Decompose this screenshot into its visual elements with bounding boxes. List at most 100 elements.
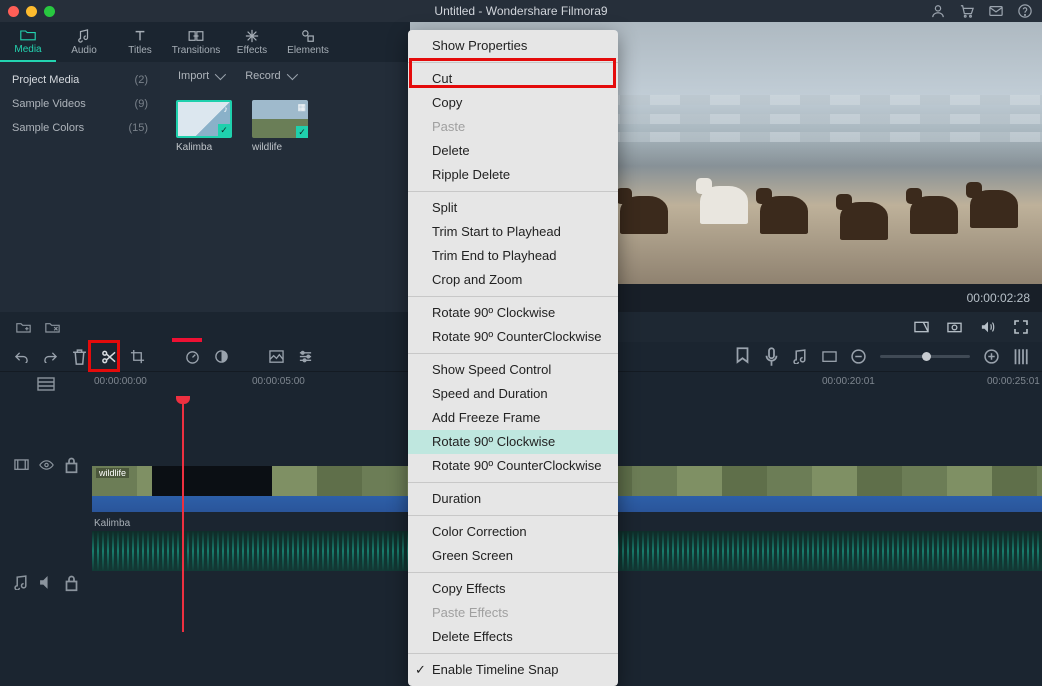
delete-folder-icon[interactable]: [45, 320, 60, 335]
context-menu-item[interactable]: Copy Effects: [408, 577, 618, 601]
tab-elements[interactable]: Elements: [280, 22, 336, 62]
media-pane: Import Record ♪✓ Kalimba ▦✓ wildlife: [160, 62, 410, 312]
text-icon: [132, 29, 148, 43]
tab-audio[interactable]: Audio: [56, 22, 112, 62]
crop-icon[interactable]: [130, 349, 145, 364]
undo-icon[interactable]: [14, 349, 29, 364]
new-folder-icon[interactable]: [16, 320, 31, 335]
context-menu-item[interactable]: Rotate 90º Clockwise: [408, 301, 618, 325]
check-icon: ✓: [218, 124, 230, 136]
media-item[interactable]: ♪✓ Kalimba: [176, 100, 232, 153]
sparkle-icon: [244, 29, 260, 43]
context-menu-item[interactable]: Cut: [408, 67, 618, 91]
track-manager-icon[interactable]: [0, 372, 92, 396]
context-menu-separator: [408, 191, 618, 192]
snapshot-icon[interactable]: [947, 320, 962, 335]
thumbnail-label: Kalimba: [176, 142, 232, 153]
context-menu-item[interactable]: Enable Timeline Snap: [408, 658, 618, 682]
redo-icon[interactable]: [43, 349, 58, 364]
tab-effects[interactable]: Effects: [224, 22, 280, 62]
context-menu-separator: [408, 353, 618, 354]
sidebar-footer: [0, 312, 410, 342]
transition-icon: [188, 29, 204, 43]
preview-timecode: 00:00:02:28: [967, 291, 1030, 305]
context-menu-separator: [408, 653, 618, 654]
eye-icon[interactable]: [39, 457, 54, 472]
video-track-header[interactable]: [0, 396, 92, 534]
fullscreen-icon[interactable]: [1013, 320, 1028, 335]
context-menu-item[interactable]: Ripple Delete: [408, 163, 618, 187]
context-menu-item[interactable]: Delete: [408, 139, 618, 163]
ruler-tick: 00:00:00:00: [94, 376, 147, 387]
context-menu-item[interactable]: Trim Start to Playhead: [408, 220, 618, 244]
ruler-tick: 00:00:25:01: [987, 376, 1040, 387]
volume-icon[interactable]: [980, 320, 995, 335]
context-menu-item[interactable]: Color Correction: [408, 520, 618, 544]
zoom-in-icon[interactable]: [984, 349, 999, 364]
context-menu-item[interactable]: Show Properties: [408, 34, 618, 58]
mute-icon[interactable]: [39, 575, 54, 590]
media-sidebar: Project Media (2) Sample Videos (9) Samp…: [0, 62, 160, 312]
lock-icon[interactable]: [64, 575, 79, 590]
tab-transitions[interactable]: Transitions: [168, 22, 224, 62]
context-menu-item[interactable]: Add Freeze Frame: [408, 406, 618, 430]
context-menu-item[interactable]: Split: [408, 196, 618, 220]
context-menu-item[interactable]: Crop and Zoom: [408, 268, 618, 292]
sidebar-item-project-media[interactable]: Project Media (2): [0, 68, 160, 92]
context-menu-separator: [408, 572, 618, 573]
message-icon[interactable]: [988, 4, 1003, 19]
account-icon[interactable]: [930, 4, 945, 19]
tab-titles[interactable]: Titles: [112, 22, 168, 62]
import-button[interactable]: Import: [178, 70, 223, 82]
record-vo-icon[interactable]: [764, 349, 779, 364]
cart-icon[interactable]: [959, 4, 974, 19]
lock-icon[interactable]: [64, 457, 79, 472]
context-menu-item[interactable]: Copy: [408, 91, 618, 115]
window-title: Untitled - Wondershare Filmora9: [0, 4, 1042, 18]
audio-mixer-icon[interactable]: [793, 349, 808, 364]
audio-track-header[interactable]: [0, 534, 92, 632]
playhead-marker-icon: [172, 338, 202, 342]
music-note-icon: ♪: [224, 104, 229, 114]
context-menu-item[interactable]: Rotate 90º CounterClockwise: [408, 325, 618, 349]
record-button[interactable]: Record: [245, 70, 294, 82]
window-header-actions: [930, 4, 1032, 19]
context-menu-item[interactable]: Rotate 90º CounterClockwise: [408, 454, 618, 478]
context-menu-item[interactable]: Delete Effects: [408, 625, 618, 649]
thumbnail-image: ♪✓: [176, 100, 232, 138]
tab-media[interactable]: Media: [0, 22, 56, 62]
context-menu-item[interactable]: Show Speed Control: [408, 358, 618, 382]
green-screen-icon[interactable]: [269, 349, 284, 364]
context-menu-item[interactable]: Rotate 90º Clockwise: [408, 430, 618, 454]
playback-quality-icon[interactable]: [914, 320, 929, 335]
zoom-slider[interactable]: [880, 355, 970, 358]
media-item[interactable]: ▦ ✓ wildlife: [252, 100, 308, 153]
marker-icon[interactable]: [735, 349, 750, 364]
film-icon: ▦: [297, 102, 306, 113]
scissors-split-icon[interactable]: [101, 349, 116, 364]
sidebar-item-sample-videos[interactable]: Sample Videos (9): [0, 92, 160, 116]
sidebar-item-sample-colors[interactable]: Sample Colors (15): [0, 116, 160, 140]
clip-label: Kalimba: [94, 518, 130, 529]
clip-gap: [152, 466, 272, 496]
adjust-icon[interactable]: [298, 349, 313, 364]
context-menu-item[interactable]: Speed and Duration: [408, 382, 618, 406]
context-menu-item[interactable]: Green Screen: [408, 544, 618, 568]
zoom-out-icon[interactable]: [851, 349, 866, 364]
check-icon: ✓: [296, 126, 308, 138]
help-icon[interactable]: [1017, 4, 1032, 19]
speed-icon[interactable]: [185, 349, 200, 364]
context-menu: Show PropertiesCutCopyPasteDeleteRipple …: [408, 30, 618, 686]
zoom-fit-icon[interactable]: [1013, 349, 1028, 364]
context-menu-item[interactable]: Trim End to Playhead: [408, 244, 618, 268]
thumbnail-label: wildlife: [252, 142, 308, 153]
delete-icon[interactable]: [72, 349, 87, 364]
clip-label: wildlife: [96, 468, 129, 478]
music-icon: [76, 29, 92, 43]
crop-zoom-icon[interactable]: [822, 349, 837, 364]
context-menu-item[interactable]: Duration: [408, 487, 618, 511]
color-icon[interactable]: [214, 349, 229, 364]
playhead[interactable]: [182, 396, 184, 632]
chevron-down-icon: [286, 69, 297, 80]
context-menu-separator: [408, 515, 618, 516]
